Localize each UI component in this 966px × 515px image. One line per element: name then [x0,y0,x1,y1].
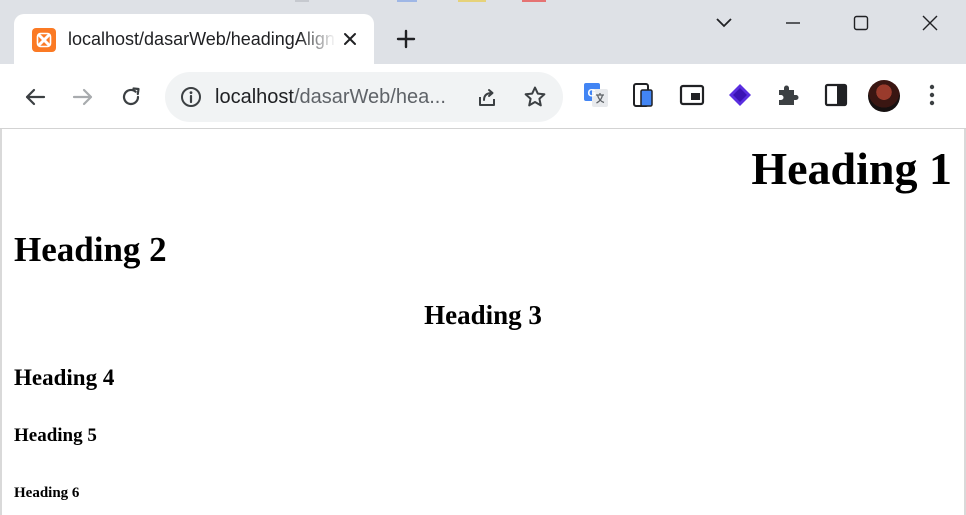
address-bar[interactable]: localhost/dasarWeb/hea... [165,72,563,122]
maximize-icon[interactable] [848,10,874,36]
tab-search-chevron-icon[interactable] [711,10,737,36]
browser-toolbar: localhost/dasarWeb/hea... G [0,64,966,129]
share-icon[interactable] [473,83,501,111]
new-tab-plus-icon[interactable] [393,26,419,52]
heading-4: Heading 4 [14,365,115,390]
url-host: localhost [215,86,294,108]
page-viewport: Heading 1 Heading 2 Heading 3 Heading 4 … [2,129,964,515]
device-emulation-icon[interactable] [630,81,658,109]
svg-text:G: G [588,88,597,100]
back-arrow-icon[interactable] [20,82,50,112]
more-options-icon[interactable] [918,81,946,109]
picture-in-picture-icon[interactable] [678,81,706,109]
layers-extension-icon[interactable] [726,81,754,109]
heading-2: Heading 2 [14,230,167,269]
bookmark-strip-mark [458,0,486,2]
forward-arrow-icon[interactable] [68,82,98,112]
google-translate-icon[interactable]: G [582,81,610,109]
url-text[interactable]: localhost/dasarWeb/hea... [215,85,465,109]
bookmark-strip-mark [295,0,309,2]
heading-5: Heading 5 [14,425,97,446]
close-window-icon[interactable] [917,10,943,36]
heading-6: Heading 6 [14,485,80,501]
xampp-icon [32,28,56,52]
url-path: /dasarWeb/hea... [293,86,446,108]
close-tab-icon[interactable] [338,27,362,51]
heading-3: Heading 3 [424,300,542,330]
minimize-icon[interactable] [780,10,806,36]
side-panel-icon[interactable] [822,81,850,109]
extensions-puzzle-icon[interactable] [774,81,802,109]
tab-strip: localhost/dasarWeb/headingAlign.html [0,0,966,66]
bookmark-strip-mark [522,0,546,2]
site-info-icon[interactable] [179,85,203,109]
bookmark-star-icon[interactable] [521,83,549,111]
heading-1: Heading 1 [751,143,952,194]
reload-icon[interactable] [116,82,146,112]
active-tab[interactable]: localhost/dasarWeb/headingAlign.html [14,14,374,66]
bookmark-strip-mark [397,0,417,2]
profile-avatar[interactable] [868,80,900,112]
tab-title: localhost/dasarWeb/headingAlign.html [68,29,336,49]
